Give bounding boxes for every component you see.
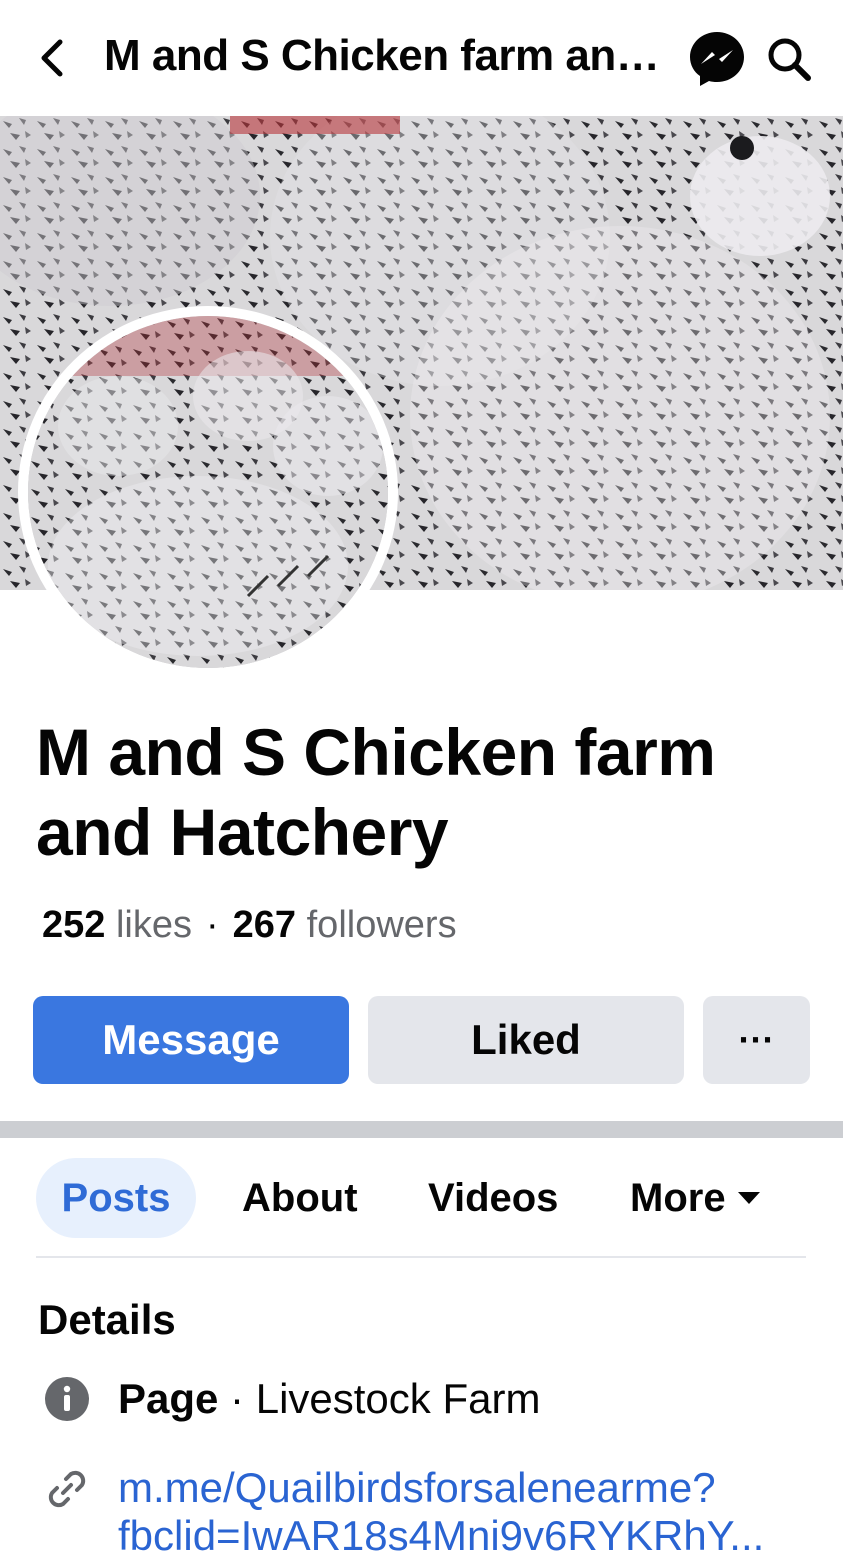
tab-more[interactable]: More: [630, 1158, 760, 1238]
page-category: Page · Livestock Farm: [118, 1372, 540, 1426]
messenger-link[interactable]: m.me/Quailbirdsforsalenearme? fbclid=IwA…: [118, 1464, 808, 1560]
followers-label: followers: [306, 904, 457, 946]
caret-down-icon: [737, 1192, 760, 1204]
likes-label: likes: [115, 904, 192, 946]
search-icon[interactable]: [764, 34, 814, 84]
likes-count: 252: [42, 904, 106, 946]
followers-count: 267: [232, 904, 297, 946]
category-value: Livestock Farm: [255, 1375, 541, 1422]
link-line-1: m.me/Quailbirdsforsalenearme?: [118, 1464, 716, 1511]
messenger-icon[interactable]: [688, 30, 746, 88]
liked-button[interactable]: Liked: [368, 996, 684, 1084]
tab-about[interactable]: About: [242, 1158, 358, 1238]
info-icon: [44, 1376, 90, 1422]
tab-more-label: More: [630, 1175, 726, 1220]
message-button[interactable]: Message: [33, 996, 349, 1084]
more-options-button[interactable]: ···: [703, 996, 810, 1084]
back-icon[interactable]: [34, 36, 74, 80]
category-prefix: Page: [118, 1375, 219, 1422]
tabs-divider: [36, 1256, 806, 1258]
link-icon: [44, 1466, 90, 1512]
link-line-2: fbclid=IwAR18s4Mni9v6RYKRhY...: [118, 1512, 765, 1559]
top-bar: M and S Chicken farm and Hatchery: [0, 0, 843, 116]
stats-separator: ·: [206, 904, 219, 946]
profile-picture[interactable]: [18, 306, 398, 678]
category-separator: ·: [218, 1375, 256, 1422]
details-heading: Details: [38, 1296, 176, 1343]
section-divider: [0, 1121, 843, 1138]
profile-image: [28, 316, 388, 668]
tab-posts[interactable]: Posts: [36, 1158, 196, 1238]
tab-videos[interactable]: Videos: [428, 1158, 558, 1238]
page-title: M and S Chicken farm and Hatchery: [36, 715, 716, 869]
page-stats: 252 likes · 267 followers: [42, 900, 457, 950]
header-title: M and S Chicken farm and Hatchery: [104, 31, 664, 80]
